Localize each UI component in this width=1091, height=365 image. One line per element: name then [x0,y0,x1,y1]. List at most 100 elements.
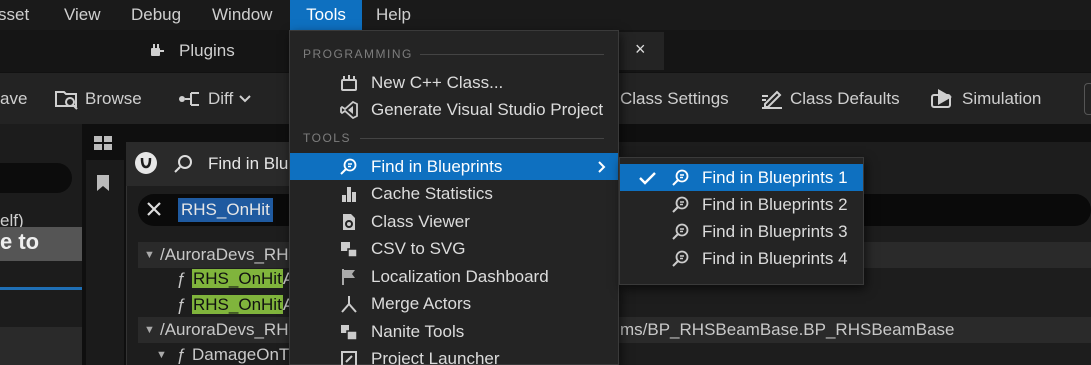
checkmark-icon [638,164,656,191]
diff-button[interactable]: Diff [178,73,251,125]
submenu-item-find-1[interactable]: Find in Blueprints 1 [620,164,863,191]
menu-help[interactable]: Help [376,0,411,30]
menu-item-label: Nanite Tools [371,322,465,341]
section-divider [360,138,604,139]
menu-item-label: Merge Actors [371,294,472,313]
class-defaults-icon [760,88,784,110]
bar-chart-icon [340,185,358,203]
bookmark-strip [86,160,124,365]
menu-view[interactable]: View [64,0,101,30]
class-viewer-icon [340,213,358,231]
menu-item-csv-to-svg[interactable]: CSV to SVG [290,235,618,262]
function-icon: ƒ [176,345,186,364]
menu-item-label: Cache Statistics [371,184,493,203]
submenu-item-label: Find in Blueprints 3 [702,222,848,241]
nanite-icon [340,323,358,341]
menu-item-label: Find in Blueprints [371,157,503,176]
menu-item-find-in-blueprints[interactable]: Find in Blueprints [290,153,618,180]
result-path-tail: ms/BP_RHSBeamBase.BP_RHSBeamBase [620,320,955,339]
function-icon: ƒ [176,269,186,288]
menu-debug[interactable]: Debug [131,0,181,30]
tab-blueprint[interactable]: × [618,32,664,70]
menu-item-new-cpp-class[interactable]: New C++ Class... [290,69,618,96]
result-path: /AuroraDevs_RH [160,245,289,264]
menu-item-cache-statistics[interactable]: Cache Statistics [290,180,618,207]
merge-icon [340,295,358,313]
submenu-item-find-2[interactable]: Find in Blueprints 2 [620,191,863,218]
diff-icon [178,89,202,109]
expand-caret-icon[interactable]: ▼ [156,342,167,365]
menu-asset[interactable]: sset [0,0,29,30]
clear-search-icon[interactable] [145,200,163,218]
tab-plugins[interactable]: Plugins [140,30,290,72]
simulation-label: Simulation [962,89,1042,108]
left-progress-line [0,287,82,290]
left-graph-text: e to [0,227,82,261]
class-settings-label: Class Settings [620,89,729,108]
simulation-button[interactable]: Simulation [930,73,1041,125]
find-tab-title: Find in Blu [208,154,289,173]
result-name: DamageOnT [192,345,290,364]
find-blueprints-icon [672,223,690,241]
result-highlight: RHS_OnHit [192,269,283,288]
browse-icon [55,88,79,110]
search-value: RHS_OnHit [178,198,273,222]
browse-button[interactable]: Browse [55,73,142,125]
expand-caret-icon[interactable]: ▼ [144,317,155,343]
section-divider [420,54,604,55]
menu-item-label: CSV to SVG [371,239,466,258]
save-label: ave [0,89,28,108]
grid-icon [94,136,112,150]
menu-item-label: Project Launcher [371,349,500,365]
submenu-item-find-4[interactable]: Find in Blueprints 4 [620,245,863,272]
bookmark-icon[interactable] [96,174,110,192]
left-search-input[interactable] [0,163,72,193]
result-path: /AuroraDevs_RH [160,320,289,339]
unreal-logo-icon [134,151,158,175]
menu-item-merge-actors[interactable]: Merge Actors [290,290,618,317]
find-blueprints-icon [672,250,690,268]
menu-bar: sset View Debug Window Tools Help [0,0,1091,30]
submenu-item-label: Find in Blueprints 4 [702,249,848,268]
csv-svg-icon [340,240,358,258]
menu-item-label: Class Viewer [371,212,470,231]
menu-item-localization-dashboard[interactable]: Localization Dashboard [290,263,618,290]
menu-item-label: Generate Visual Studio Project [371,100,604,119]
visual-studio-icon [340,101,358,119]
function-icon: ƒ [176,295,186,314]
find-window-tab[interactable]: Find in Blu [126,142,291,186]
chevron-down-icon [239,95,251,103]
diff-label: Diff [208,89,234,108]
find-blueprints-icon [672,169,690,187]
section-header-programming: PROGRAMMING [303,47,413,61]
class-settings-button[interactable]: Class Settings [620,73,729,125]
menu-item-label: Localization Dashboard [371,267,549,286]
menu-tools[interactable]: Tools [290,0,362,30]
submenu-item-label: Find in Blueprints 1 [702,168,848,187]
submenu-item-find-3[interactable]: Find in Blueprints 3 [620,218,863,245]
class-defaults-button[interactable]: Class Defaults [760,73,900,125]
menu-item-class-viewer[interactable]: Class Viewer [290,208,618,235]
find-blueprints-icon [340,158,358,176]
plug-icon [148,42,166,60]
cpp-class-icon [340,74,358,92]
expand-caret-icon[interactable]: ▼ [144,242,155,268]
class-defaults-label: Class Defaults [790,89,900,108]
menu-item-nanite-tools[interactable]: Nanite Tools [290,318,618,345]
simulation-icon [930,87,956,111]
toolbar-overflow[interactable] [1084,83,1091,115]
menu-item-project-launcher[interactable]: Project Launcher [290,345,618,365]
left-bottom-block [0,327,82,365]
section-header-tools: TOOLS [303,131,351,145]
close-icon[interactable]: × [635,39,646,60]
save-button[interactable]: ave [0,73,27,125]
flag-icon [340,268,358,286]
menu-item-label: New C++ Class... [371,73,504,92]
menu-window[interactable]: Window [212,0,272,30]
browse-label: Browse [85,89,142,108]
menu-item-generate-vs-project[interactable]: Generate Visual Studio Project [290,96,618,123]
find-tab-icon [174,154,194,174]
launcher-icon [340,350,358,365]
tab-plugins-label: Plugins [179,41,235,60]
result-highlight: RHS_OnHit [192,295,283,314]
